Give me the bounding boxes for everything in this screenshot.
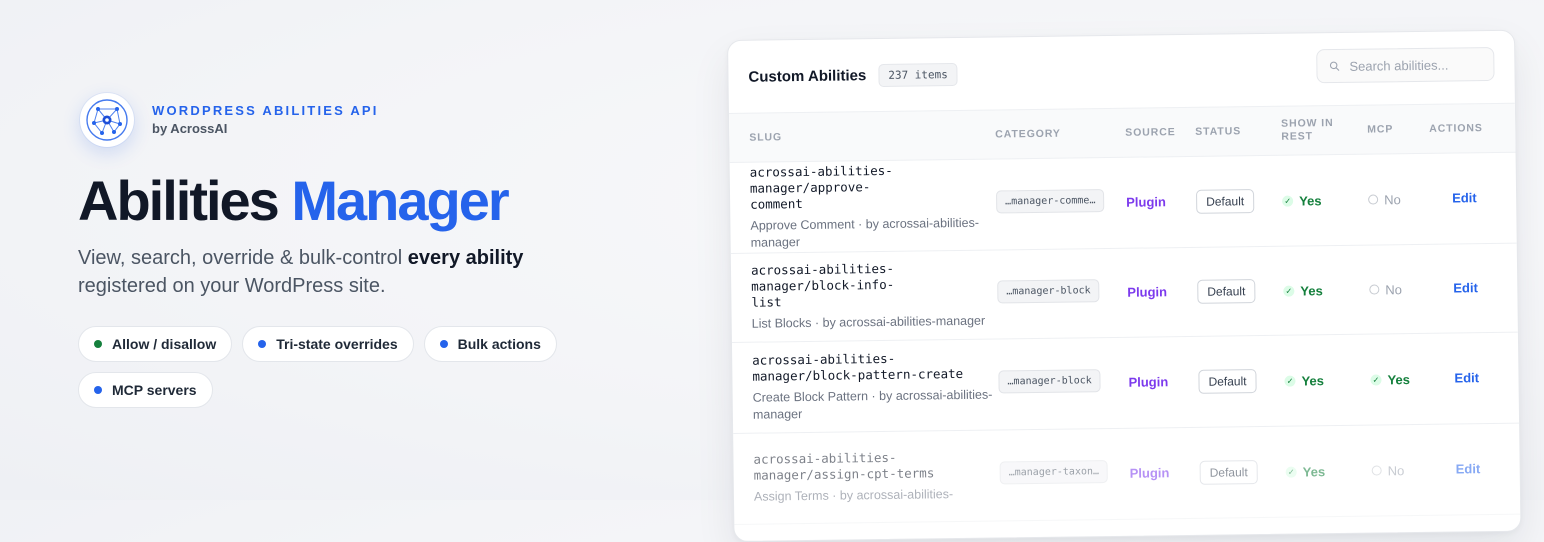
chip-label: Tri-state overrides <box>276 336 398 352</box>
search-box[interactable] <box>1316 46 1495 84</box>
abilities-panel: Custom Abilities 237 items SLUG CATEGORY… <box>727 29 1522 542</box>
chip-label: MCP servers <box>112 382 197 398</box>
source-label: Plugin <box>1127 284 1168 300</box>
source-label: Plugin <box>1126 194 1166 210</box>
network-logo-icon <box>80 93 134 147</box>
mcp-value: No <box>1387 462 1405 478</box>
chip-dot-icon <box>439 340 448 348</box>
rest-value: Yes <box>1300 282 1323 299</box>
source-label: Plugin <box>1129 465 1170 481</box>
mcp-value: No <box>1384 191 1401 207</box>
status-badge: Default <box>1196 189 1255 214</box>
col-actions: ACTIONS <box>1429 121 1483 135</box>
empty-circle-icon <box>1369 284 1380 295</box>
mcp-value: No <box>1385 281 1403 297</box>
table-row[interactable]: acrossai-abilities-manager/block-pattern… <box>731 332 1520 434</box>
panel-header: Custom Abilities 237 items <box>728 31 1515 113</box>
check-icon: ✓ <box>1283 285 1295 297</box>
title-part-1: Abilities <box>78 169 280 232</box>
status-badge: Default <box>1198 369 1257 394</box>
row-description: Assign Terms · by acrossai-abilities- <box>753 487 954 504</box>
title-part-2: Manager <box>291 169 509 232</box>
col-status[interactable]: STATUS <box>1195 124 1281 138</box>
page-title: Abilities Manager <box>78 168 510 234</box>
col-slug[interactable]: SLUG <box>729 128 995 144</box>
feature-chip: MCP servers <box>78 372 213 408</box>
subtitle: View, search, override & bulk-control ev… <box>78 244 598 300</box>
col-show-in-rest[interactable]: SHOW IN REST <box>1281 117 1367 144</box>
mcp-value: Yes <box>1387 371 1411 387</box>
category-tag: …manager-comme… <box>995 189 1105 214</box>
feature-chip: Tri-state overrides <box>242 326 414 362</box>
rest-value: Yes <box>1299 192 1322 209</box>
rest-yes: ✓ Yes <box>1284 372 1370 388</box>
subtitle-end: registered on your WordPress site. <box>78 275 386 297</box>
status-badge: Default <box>1197 279 1256 304</box>
table-row[interactable]: acrossai-abilities-manager/block-info-li… <box>730 243 1518 343</box>
feature-chips: Allow / disallow Tri-state overrides Bul… <box>78 326 578 408</box>
row-description: List Blocks · by acrossai-abilities-mana… <box>751 313 986 331</box>
rest-yes: ✓ Yes <box>1282 192 1368 208</box>
table-row[interactable]: acrossai-abilities-manager/assign-cpt-te… <box>733 423 1521 525</box>
eyebrow-label: WORDPRESS ABILITIES API <box>152 103 379 118</box>
check-icon: ✓ <box>1285 466 1297 478</box>
rest-value: Yes <box>1301 372 1325 389</box>
category-tag: …manager-block <box>997 279 1100 304</box>
source-label: Plugin <box>1128 374 1169 390</box>
mcp-no: No <box>1369 281 1431 297</box>
chip-label: Bulk actions <box>457 336 541 352</box>
subtitle-text: View, search, override & bulk-control <box>78 247 408 269</box>
col-show-in-rest-label: SHOW IN REST <box>1281 117 1334 143</box>
edit-link[interactable]: Edit <box>1430 190 1477 206</box>
col-source[interactable]: SOURCE <box>1125 125 1195 139</box>
rest-value: Yes <box>1302 463 1326 480</box>
row-slug: acrossai-abilities-manager/block-info-li… <box>750 260 895 310</box>
row-slug: acrossai-abilities-manager/assign-cpt-te… <box>753 449 935 483</box>
row-slug: acrossai-abilities-manager/block-pattern… <box>752 350 964 384</box>
chip-dot-icon <box>94 340 102 348</box>
search-input[interactable] <box>1347 55 1482 75</box>
row-description: Create Block Pattern · by acrossai-abili… <box>752 387 993 422</box>
table-row[interactable]: acrossai-abilities-manager/approve-comme… <box>729 152 1517 254</box>
category-tag: …manager-taxon… <box>999 460 1109 485</box>
subtitle-emphasis: every ability <box>407 247 524 269</box>
item-count-badge: 237 items <box>878 62 959 87</box>
empty-circle-icon <box>1371 465 1382 476</box>
brand: WORDPRESS ABILITIES API by AcrossAI <box>80 93 379 147</box>
mcp-no: No <box>1371 462 1434 478</box>
feature-chip: Bulk actions <box>423 326 557 362</box>
edit-link[interactable]: Edit <box>1431 280 1478 296</box>
status-badge: Default <box>1199 460 1258 485</box>
mcp-yes: ✓ Yes <box>1370 371 1432 387</box>
check-icon: ✓ <box>1370 373 1382 386</box>
mcp-no: No <box>1368 191 1430 207</box>
chip-label: Allow / disallow <box>112 336 217 352</box>
empty-circle-icon <box>1368 194 1379 205</box>
rest-yes: ✓ Yes <box>1283 282 1369 298</box>
check-icon: ✓ <box>1284 375 1296 387</box>
category-tag: …manager-block <box>998 369 1101 394</box>
check-icon: ✓ <box>1282 195 1294 207</box>
panel-title: Custom Abilities <box>748 66 867 86</box>
edit-link[interactable]: Edit <box>1434 461 1481 477</box>
col-category[interactable]: CATEGORY <box>995 126 1125 141</box>
row-slug: acrossai-abilities-manager/approve-comme… <box>749 162 893 212</box>
row-description: Approve Comment · by acrossai-abilities-… <box>750 215 980 250</box>
byline: by AcrossAI <box>152 121 228 136</box>
rest-yes: ✓ Yes <box>1285 463 1372 480</box>
chip-dot-icon <box>94 386 102 394</box>
col-mcp[interactable]: MCP <box>1367 122 1429 136</box>
chip-dot-icon <box>258 340 267 348</box>
edit-link[interactable]: Edit <box>1432 370 1479 386</box>
feature-chip: Allow / disallow <box>78 326 233 362</box>
search-icon <box>1329 61 1340 71</box>
